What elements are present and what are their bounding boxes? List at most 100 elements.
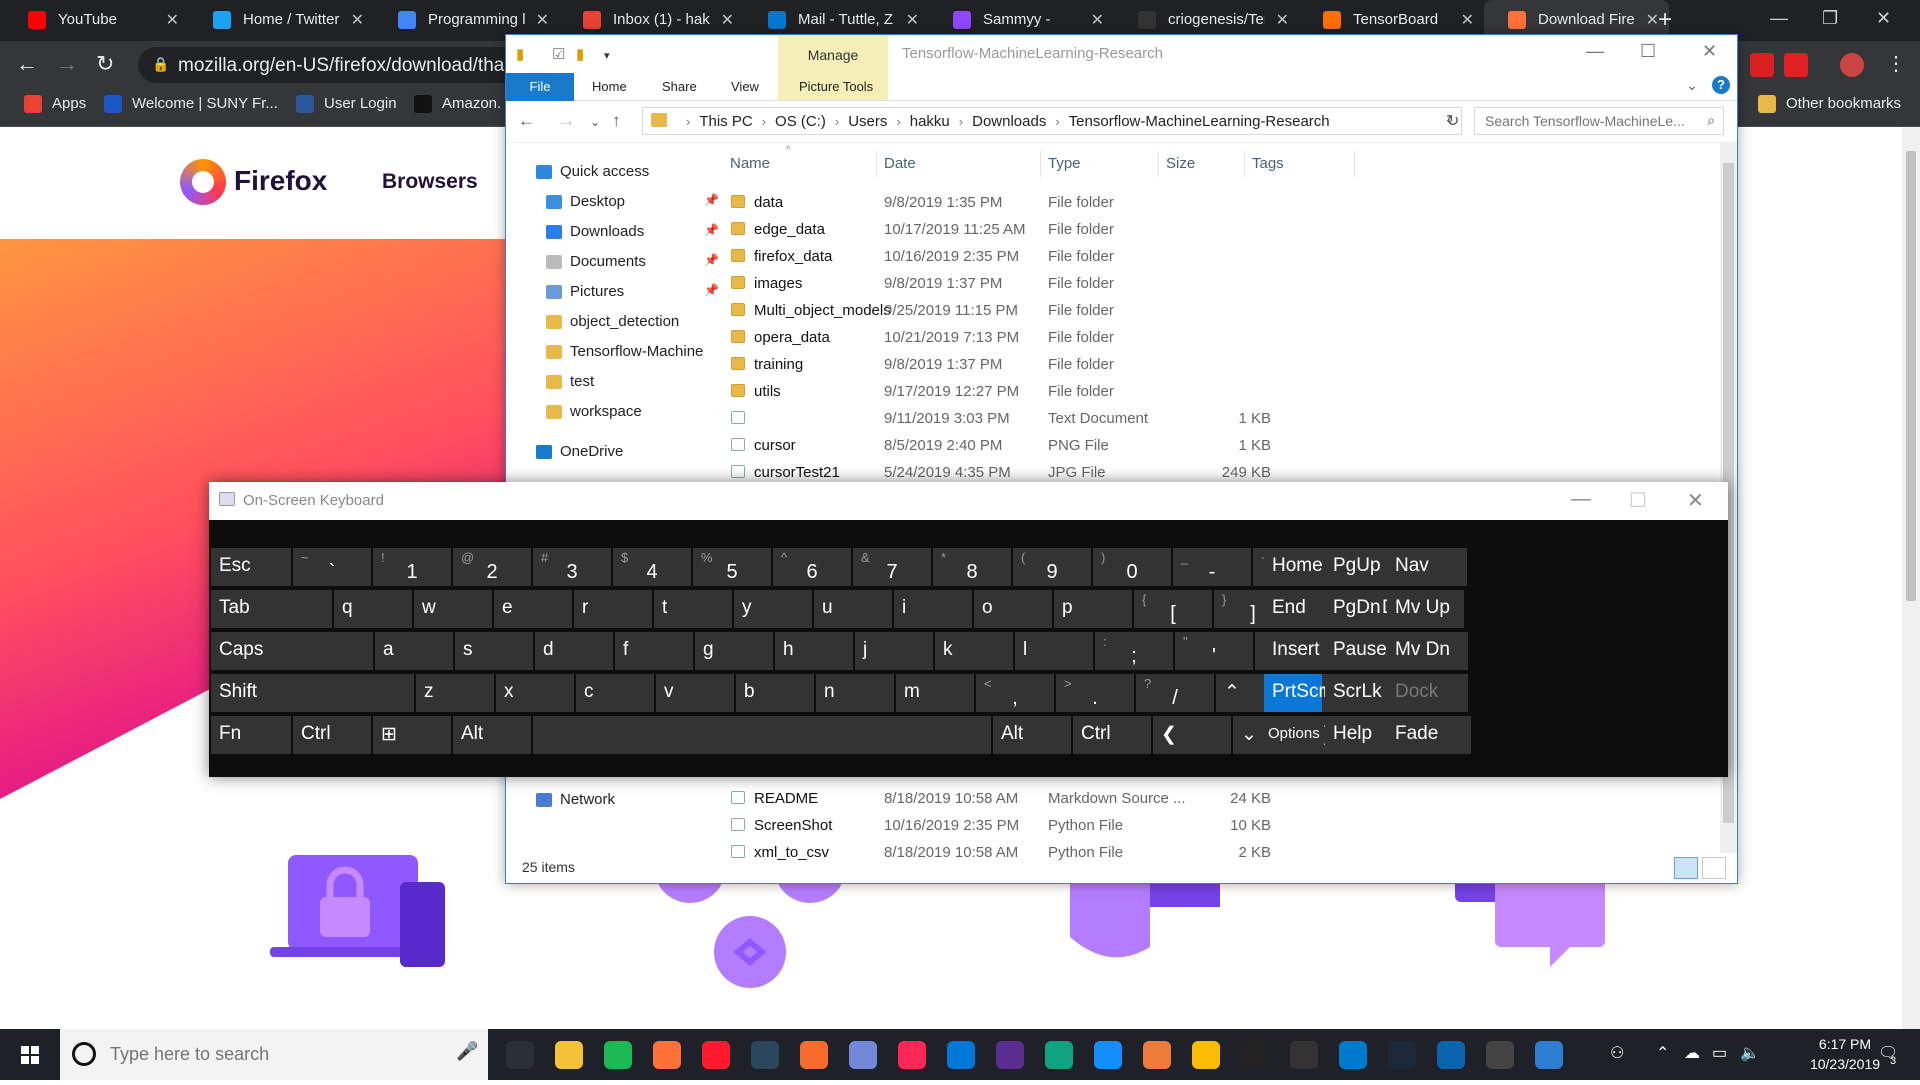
nav-item-desktop[interactable]: Desktop 📌: [546, 193, 719, 210]
key-scrlk[interactable]: ScrLk: [1325, 674, 1383, 712]
key-v[interactable]: v: [656, 674, 734, 712]
tab-share[interactable]: Share: [648, 73, 711, 101]
column-header-type[interactable]: Type: [1048, 155, 1081, 172]
browser-tab[interactable]: Home / Twitter ✕: [189, 0, 374, 41]
key-⊞[interactable]: ⊞: [373, 716, 451, 754]
key-h[interactable]: h: [775, 632, 853, 670]
column-divider[interactable]: [1158, 151, 1159, 177]
nav-item-pictures[interactable]: Pictures 📌: [546, 283, 719, 300]
key-`[interactable]: ~ `: [293, 548, 371, 586]
close-tab-icon[interactable]: ✕: [906, 10, 919, 30]
table-row[interactable]: edge_data 10/17/2019 11:25 AM File folder: [706, 216, 1706, 243]
new-folder-icon[interactable]: ▮: [576, 45, 584, 63]
reload-icon[interactable]: ↻: [96, 51, 114, 77]
nav-item-tensorflow-machine[interactable]: Tensorflow-Machine: [546, 343, 703, 360]
key-g[interactable]: g: [695, 632, 773, 670]
key-1[interactable]: ! 1: [373, 548, 451, 586]
battery-icon[interactable]: ▭: [1712, 1043, 1727, 1063]
key-t[interactable]: t: [654, 590, 732, 628]
bookmark-item[interactable]: User Login: [296, 95, 397, 114]
key-.[interactable]: >.: [1056, 674, 1134, 712]
nav-item-onedrive[interactable]: OneDrive: [536, 443, 623, 460]
minimize-button[interactable]: —: [1571, 488, 1591, 511]
key-6[interactable]: ^ 6: [773, 548, 851, 586]
key-❮[interactable]: ❮: [1153, 716, 1231, 754]
key-m[interactable]: m: [896, 674, 974, 712]
refresh-icon[interactable]: ↻: [1446, 111, 1459, 131]
bookmark-item[interactable]: Welcome | SUNY Fr...: [104, 95, 278, 114]
properties-icon[interactable]: ☑: [552, 45, 565, 63]
breadcrumb-separator-icon[interactable]: ›: [1055, 114, 1059, 129]
key-ctrl[interactable]: Ctrl: [1073, 716, 1151, 754]
key-fade[interactable]: Fade: [1387, 716, 1455, 754]
close-tab-icon[interactable]: ✕: [351, 10, 364, 30]
breadcrumb-separator-icon[interactable]: ›: [959, 114, 963, 129]
key-b[interactable]: b: [736, 674, 814, 712]
task-view-icon[interactable]: [506, 1041, 534, 1069]
key-a[interactable]: a: [375, 632, 453, 670]
key-'[interactable]: " ': [1175, 632, 1253, 670]
details-view-button[interactable]: [1674, 857, 1698, 879]
firefox-icon[interactable]: [653, 1041, 681, 1069]
taskbar-search[interactable]: 🎤: [60, 1029, 488, 1080]
column-header-size[interactable]: Size: [1166, 155, 1195, 172]
breadcrumb-separator-icon[interactable]: ›: [835, 114, 839, 129]
key-[[interactable]: {[: [1134, 590, 1212, 628]
nav-item-test[interactable]: test: [546, 373, 594, 390]
key-r[interactable]: r: [574, 590, 652, 628]
key-alt[interactable]: Alt: [993, 716, 1071, 754]
key--[interactable]: _ -: [1173, 548, 1251, 586]
nav-item-documents[interactable]: Documents 📌: [546, 253, 719, 270]
breadcrumb-separator-icon[interactable]: ›: [686, 114, 690, 129]
start-button[interactable]: [0, 1029, 60, 1080]
key-f[interactable]: f: [615, 632, 693, 670]
maximize-button[interactable]: ☐: [1640, 41, 1656, 62]
microphone-icon[interactable]: 🎤: [456, 1041, 478, 1062]
key-s[interactable]: s: [455, 632, 533, 670]
close-button[interactable]: ✕: [1687, 488, 1704, 513]
column-header-tags[interactable]: Tags: [1252, 155, 1284, 172]
nav-item-object-detection[interactable]: object_detection: [546, 313, 679, 330]
table-row[interactable]: 9/11/2019 3:03 PM Text Document 1 KB: [706, 405, 1706, 432]
breadcrumb-segment[interactable]: Users: [848, 113, 887, 130]
key-q[interactable]: q: [334, 590, 412, 628]
key-i[interactable]: i: [894, 590, 972, 628]
table-row[interactable]: utils 9/17/2019 12:27 PM File folder: [706, 378, 1706, 405]
people-icon[interactable]: ⚇: [1610, 1043, 1624, 1063]
minimize-button[interactable]: —: [1770, 8, 1788, 29]
key-pgup[interactable]: PgUp: [1325, 548, 1383, 586]
table-row[interactable]: README 8/18/2019 10:58 AM Markdown Source …: [706, 785, 1706, 812]
volume-icon[interactable]: 🔈: [1740, 1043, 1760, 1063]
remote-desktop-icon[interactable]: [1535, 1041, 1563, 1069]
close-tab-icon[interactable]: ✕: [1461, 10, 1474, 30]
table-row[interactable]: opera_data 10/21/2019 7:13 PM File folder: [706, 324, 1706, 351]
key-k[interactable]: k: [935, 632, 1013, 670]
tab-home[interactable]: Home: [578, 73, 641, 101]
key-caps[interactable]: Caps: [211, 632, 373, 670]
key-mv-dn[interactable]: Mv Dn: [1387, 632, 1455, 670]
chrome-icon[interactable]: [1192, 1041, 1220, 1069]
restore-button[interactable]: ❐: [1822, 8, 1838, 29]
key-y[interactable]: y: [734, 590, 812, 628]
key-x[interactable]: x: [496, 674, 574, 712]
show-hidden-icons[interactable]: ⌃: [1656, 1043, 1669, 1063]
edge-icon[interactable]: [947, 1041, 975, 1069]
steam-2-icon[interactable]: [1388, 1041, 1416, 1069]
extension-icon[interactable]: [1750, 53, 1774, 77]
key-insert[interactable]: Insert: [1264, 632, 1322, 670]
key-home[interactable]: Home: [1264, 548, 1323, 586]
search-input[interactable]: [1483, 109, 1693, 133]
minimize-button[interactable]: —: [1586, 41, 1604, 62]
key-,[interactable]: <,: [976, 674, 1054, 712]
key-tab[interactable]: Tab: [211, 590, 332, 628]
outlook-icon[interactable]: [1437, 1041, 1465, 1069]
steam-icon[interactable]: [751, 1041, 779, 1069]
openai-icon[interactable]: [1045, 1041, 1073, 1069]
spotify-icon[interactable]: [604, 1041, 632, 1069]
key-mv-up[interactable]: Mv Up: [1387, 590, 1455, 628]
column-divider[interactable]: [876, 151, 877, 177]
profile-avatar[interactable]: [1840, 53, 1864, 77]
key-c[interactable]: c: [576, 674, 654, 712]
table-row[interactable]: Multi_object_models 9/25/2019 11:15 PM Fil…: [706, 297, 1706, 324]
key-l[interactable]: l: [1015, 632, 1093, 670]
